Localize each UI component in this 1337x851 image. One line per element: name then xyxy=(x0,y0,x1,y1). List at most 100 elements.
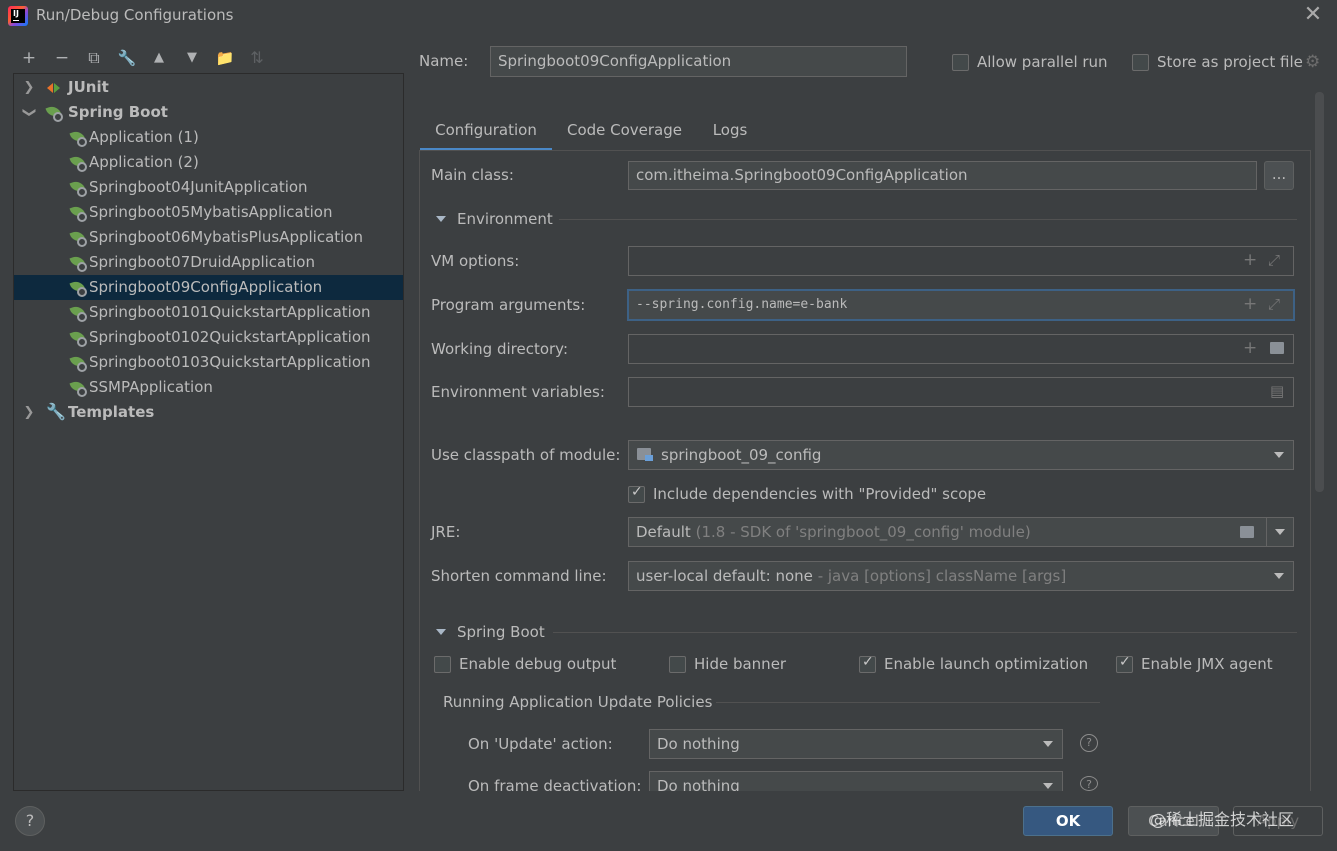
folder-icon[interactable] xyxy=(1240,526,1254,538)
tab-logs[interactable]: Logs xyxy=(700,117,760,151)
working-directory-label: Working directory: xyxy=(431,340,569,358)
tree-item-spring-boot[interactable]: ❯ Spring Boot xyxy=(14,100,403,125)
help-icon[interactable]: ? xyxy=(1080,776,1098,791)
plus-icon[interactable]: + xyxy=(1243,338,1257,358)
on-update-label: On 'Update' action: xyxy=(468,735,613,753)
chevron-right-icon[interactable]: ❯ xyxy=(22,400,36,425)
enable-debug-label[interactable]: Enable debug output xyxy=(459,655,616,673)
spring-boot-app-icon xyxy=(69,204,88,222)
include-dependencies-label[interactable]: Include dependencies with "Provided" sco… xyxy=(653,485,986,503)
tree-label: Springboot05MybatisApplication xyxy=(89,203,333,221)
gear-icon[interactable]: ⚙ xyxy=(1305,52,1320,72)
allow-parallel-label[interactable]: Allow parallel run xyxy=(977,53,1108,71)
watermark: @稀土掘金技术社区 xyxy=(1150,810,1295,829)
collapse-arrow-icon[interactable] xyxy=(436,629,446,635)
chevron-down-icon[interactable] xyxy=(1043,741,1053,747)
tree-item-spring-config[interactable]: SSMPApplication xyxy=(14,375,403,400)
tab-code-coverage[interactable]: Code Coverage xyxy=(556,117,693,151)
jre-input[interactable]: Default (1.8 - SDK of 'springboot_09_con… xyxy=(628,517,1267,547)
include-dependencies-checkbox[interactable] xyxy=(628,484,645,503)
help-icon[interactable]: ? xyxy=(1080,734,1098,752)
tree-item-spring-config[interactable]: Application (2) xyxy=(14,150,403,175)
plus-icon[interactable]: + xyxy=(1243,250,1257,270)
move-up-icon[interactable]: ▲ xyxy=(148,47,170,69)
tree-label: Spring Boot xyxy=(68,103,168,121)
store-project-file-checkbox[interactable] xyxy=(1132,54,1149,71)
spring-boot-app-icon xyxy=(69,304,88,322)
working-directory-input[interactable] xyxy=(628,334,1294,364)
jmx-agent-label[interactable]: Enable JMX agent xyxy=(1141,655,1273,673)
chevron-down-icon[interactable] xyxy=(1274,573,1284,579)
allow-parallel-checkbox[interactable] xyxy=(952,54,969,71)
name-input[interactable]: Springboot09ConfigApplication xyxy=(490,46,907,77)
copy-configuration-icon[interactable]: ⧉ xyxy=(83,47,105,69)
tree-item-templates[interactable]: ❯ 🔧 Templates xyxy=(14,400,403,425)
chevron-down-icon[interactable] xyxy=(1043,783,1053,789)
move-down-icon[interactable]: ▼ xyxy=(181,47,203,69)
vm-options-input[interactable] xyxy=(628,246,1294,276)
wrench-icon[interactable]: 🔧 xyxy=(116,47,138,69)
environment-variables-input[interactable] xyxy=(628,377,1294,407)
tree-label: Springboot0101QuickstartApplication xyxy=(89,303,371,321)
ok-button[interactable]: OK xyxy=(1023,806,1113,836)
chevron-down-icon[interactable]: ❯ xyxy=(17,106,42,120)
update-policies-title: Running Application Update Policies xyxy=(443,693,713,711)
scrollbar[interactable] xyxy=(1315,92,1324,492)
tree-label: Springboot06MybatisPlusApplication xyxy=(89,228,363,246)
hide-banner-label[interactable]: Hide banner xyxy=(694,655,786,673)
program-arguments-input[interactable]: --spring.config.name=e-bank xyxy=(627,289,1295,321)
browse-main-class-button[interactable]: ... xyxy=(1264,161,1294,190)
launch-optimization-label[interactable]: Enable launch optimization xyxy=(884,655,1088,673)
classpath-module-select[interactable]: springboot_09_config xyxy=(628,440,1294,470)
tree-item-spring-config[interactable]: Springboot0102QuickstartApplication xyxy=(14,325,403,350)
plus-icon[interactable]: + xyxy=(1243,294,1257,314)
expand-icon[interactable]: ⤢ xyxy=(1268,251,1280,269)
chevron-down-icon[interactable] xyxy=(1274,452,1284,458)
divider xyxy=(559,219,1297,220)
enable-debug-checkbox[interactable] xyxy=(434,656,451,673)
main-class-input[interactable]: com.itheima.Springboot09ConfigApplicatio… xyxy=(628,161,1257,190)
jmx-agent-checkbox[interactable] xyxy=(1116,654,1133,673)
document-icon[interactable]: ▤ xyxy=(1270,382,1284,400)
close-icon[interactable]: ✕ xyxy=(1303,4,1323,26)
on-frame-select[interactable]: Do nothing xyxy=(649,771,1063,793)
wrench-icon: 🔧 xyxy=(46,402,66,421)
folder-icon[interactable] xyxy=(1270,342,1284,354)
shorten-command-select[interactable]: user-local default: none - java [options… xyxy=(628,561,1294,591)
configuration-tree[interactable]: ❯ JUnit ❯ Spring Boot Application (1) App… xyxy=(13,73,404,791)
help-button[interactable]: ? xyxy=(15,806,45,836)
tree-item-spring-config[interactable]: Springboot0101QuickstartApplication xyxy=(14,300,403,325)
tree-item-junit[interactable]: ❯ JUnit xyxy=(14,75,403,100)
spring-boot-app-icon xyxy=(69,254,88,272)
intellij-app-icon: IJ xyxy=(8,6,28,26)
add-configuration-icon[interactable]: + xyxy=(18,47,40,69)
environment-section-title[interactable]: Environment xyxy=(457,210,553,228)
tree-label: SSMPApplication xyxy=(89,378,213,396)
store-project-file-label[interactable]: Store as project file xyxy=(1157,53,1303,71)
launch-optimization-checkbox[interactable] xyxy=(859,654,876,673)
chevron-down-icon[interactable] xyxy=(1275,529,1285,535)
tab-configuration[interactable]: Configuration xyxy=(420,117,552,151)
on-update-select[interactable]: Do nothing xyxy=(649,729,1063,759)
tree-item-spring-config[interactable]: Application (1) xyxy=(14,125,403,150)
chevron-right-icon[interactable]: ❯ xyxy=(22,75,36,100)
jre-label: JRE: xyxy=(431,523,461,541)
tree-label: Springboot0102QuickstartApplication xyxy=(89,328,371,346)
tree-item-spring-config[interactable]: Springboot04JunitApplication xyxy=(14,175,403,200)
hide-banner-checkbox[interactable] xyxy=(669,656,686,673)
tree-item-spring-config[interactable]: Springboot05MybatisApplication xyxy=(14,200,403,225)
tree-item-spring-config[interactable]: Springboot0103QuickstartApplication xyxy=(14,350,403,375)
tree-item-spring-config[interactable]: Springboot06MybatisPlusApplication xyxy=(14,225,403,250)
shorten-hint: - java [options] className [args] xyxy=(812,567,1067,585)
collapse-arrow-icon[interactable] xyxy=(436,216,446,222)
sort-icon[interactable]: ⇅ xyxy=(246,47,268,69)
spring-boot-section-title[interactable]: Spring Boot xyxy=(457,623,545,641)
tree-item-spring-config[interactable]: Springboot09ConfigApplication xyxy=(14,275,403,300)
tree-item-spring-config[interactable]: Springboot07DruidApplication xyxy=(14,250,403,275)
tree-label: Springboot04JunitApplication xyxy=(89,178,308,196)
main-class-label: Main class: xyxy=(431,166,514,184)
expand-icon[interactable]: ⤢ xyxy=(1268,295,1280,313)
remove-configuration-icon[interactable]: − xyxy=(51,47,73,69)
divider xyxy=(716,702,1100,703)
folder-add-icon[interactable]: 📁 xyxy=(214,47,236,69)
